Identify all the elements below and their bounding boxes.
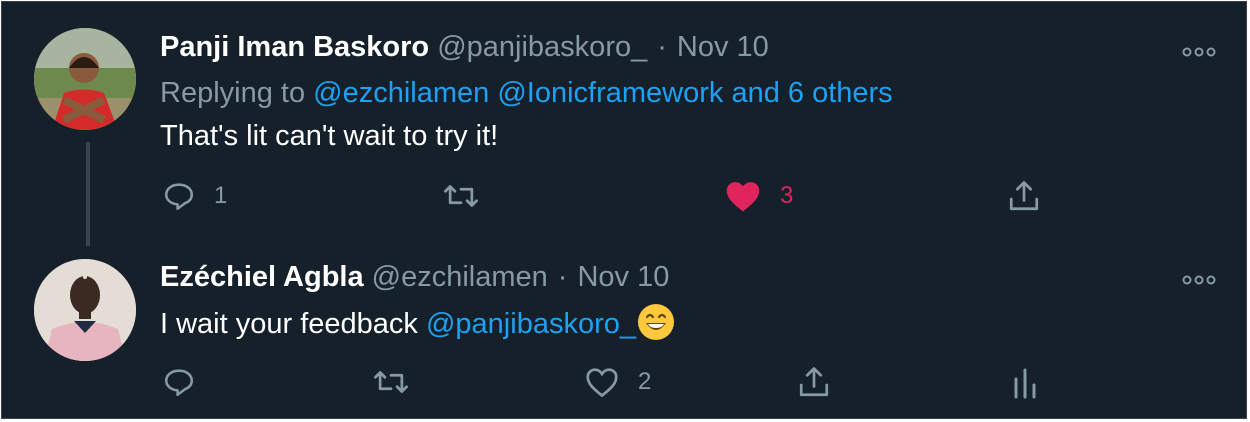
display-name[interactable]: Ezéchiel Agbla [160,261,364,293]
like-button[interactable]: 3 [724,176,793,216]
replying-mentions-link[interactable]: @ezchilamen @Ionicframework and 6 others [313,77,893,109]
more-options-button[interactable] [1182,44,1216,57]
reply-button[interactable] [162,362,196,402]
tweet-thread: Panji Iman Baskoro @panjibaskoro_ · Nov 10… [1,1,1247,419]
handle[interactable]: @panjibaskoro_ [437,31,647,63]
share-button[interactable] [796,362,832,402]
share-button[interactable] [1006,176,1042,216]
avatar[interactable] [34,28,136,130]
timestamp[interactable]: Nov 10 [677,31,769,63]
share-icon [1009,181,1039,211]
handle[interactable]: @ezchilamen [372,261,548,293]
mention-link[interactable]: @panjibaskoro_ [426,308,636,340]
analytics-icon [1014,368,1036,399]
like-count: 3 [780,182,794,209]
replying-to: Replying to @ezchilamen @Ionicframework … [160,76,893,110]
tweet[interactable]: Panji Iman Baskoro @panjibaskoro_ · Nov 10… [2,2,1246,250]
avatar[interactable] [34,259,136,361]
tweet-actions: 1 3 [2,176,1246,216]
reply-count: 1 [214,182,228,209]
retweet-icon [374,371,408,393]
tweet-text: I wait your feedback @panjibaskoro_ [160,304,674,341]
more-icon [1182,275,1216,285]
reply-icon [164,369,194,397]
like-icon [726,182,760,212]
reply-icon [164,183,194,211]
tweet-text-content: I wait your feedback [160,308,426,340]
reply-button[interactable]: 1 [162,176,227,216]
separator-dot: · [657,31,667,63]
tweet[interactable]: Ezéchiel Agbla @ezchilamen · Nov 10 I wait… [2,252,1246,420]
tweet-header: Ezéchiel Agbla @ezchilamen · Nov 10 [160,260,669,294]
timestamp[interactable]: Nov 10 [577,261,669,293]
tweet-actions: 2 [2,362,1246,402]
grinning-face-emoji-icon [638,304,674,340]
like-icon [586,368,618,398]
retweet-button[interactable] [372,362,410,402]
like-count: 2 [638,368,652,395]
retweet-icon [444,185,478,207]
tweet-text: That's lit can't wait to try it! [160,120,499,152]
separator-dot: · [557,261,568,293]
more-icon [1182,47,1216,57]
more-options-button[interactable] [1182,272,1216,285]
like-button[interactable]: 2 [584,362,651,402]
tweet-header: Panji Iman Baskoro @panjibaskoro_ · Nov 10 [160,30,769,64]
share-icon [799,367,829,397]
replying-prefix: Replying to [160,77,314,109]
analytics-button[interactable] [1010,362,1040,402]
retweet-button[interactable] [442,176,480,216]
display-name[interactable]: Panji Iman Baskoro [160,31,429,63]
